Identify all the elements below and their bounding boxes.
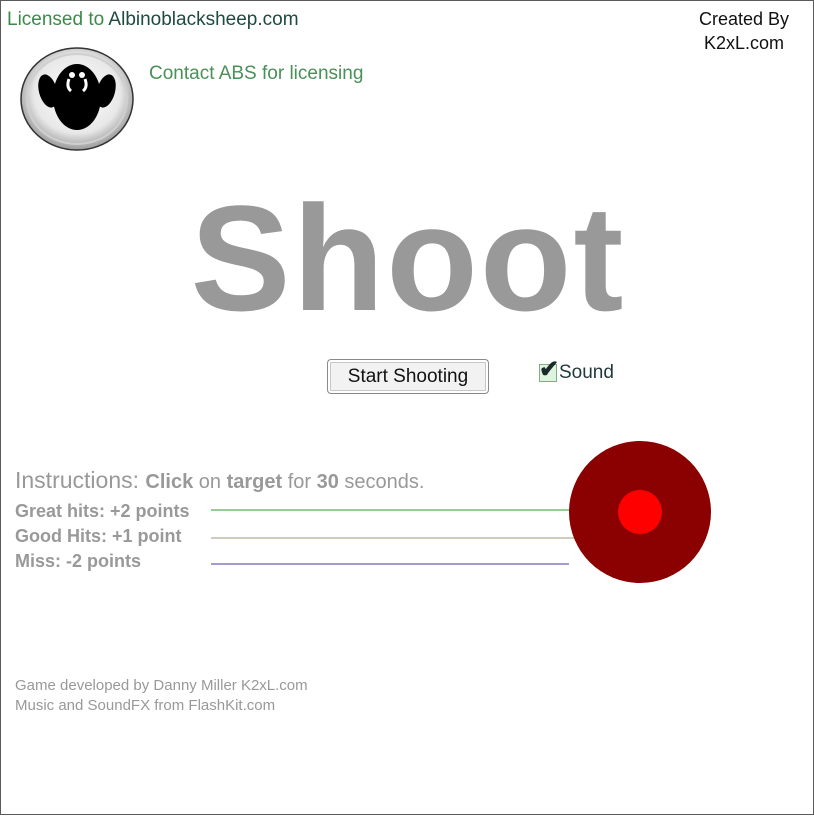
credits: Game developed by Danny Miller K2xL.com … xyxy=(15,676,308,716)
credits-line2: Music and SoundFX from FlashKit.com xyxy=(15,697,276,714)
credits-line1: Game developed by Danny Miller K2xL.com xyxy=(15,677,308,694)
game-frame: Licensed to Albinoblacksheep.com Created… xyxy=(0,0,814,815)
target-bullseye[interactable] xyxy=(618,490,662,534)
target-icon[interactable] xyxy=(569,441,711,583)
